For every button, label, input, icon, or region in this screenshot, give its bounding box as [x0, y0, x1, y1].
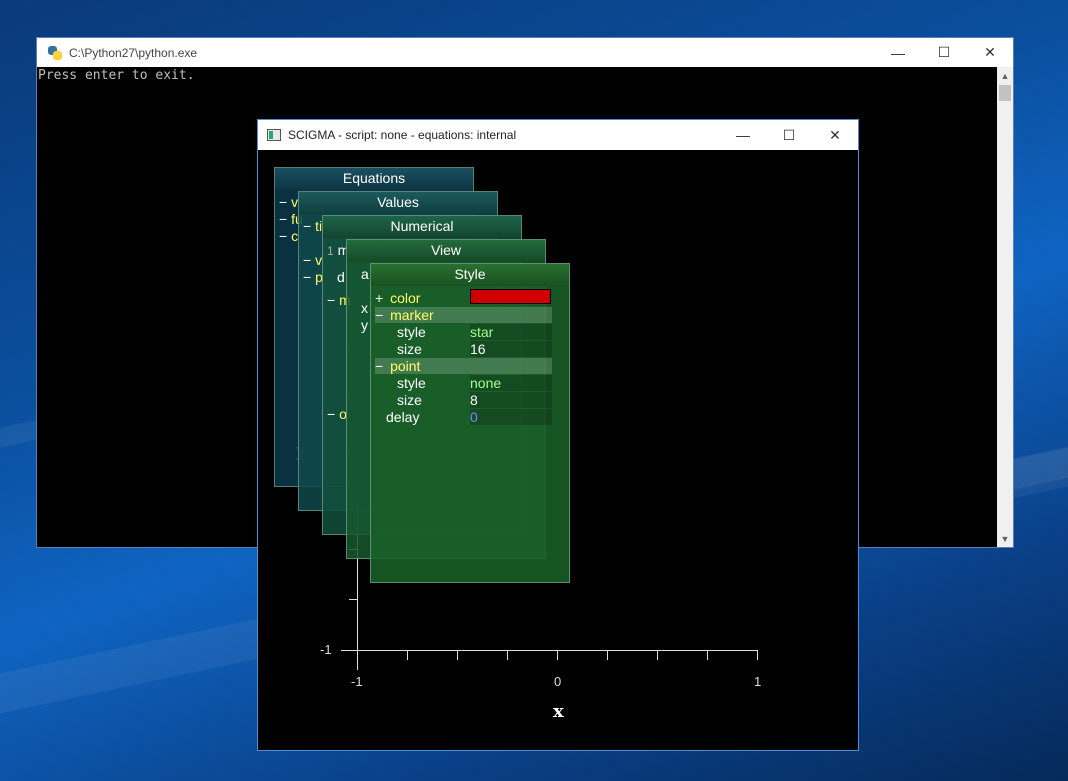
x-tick	[457, 650, 458, 660]
x-tick	[407, 650, 408, 660]
x-tick	[607, 650, 608, 660]
marker-label[interactable]: marker	[390, 307, 434, 323]
x-tick	[507, 650, 508, 660]
console-output: Press enter to exit.	[38, 68, 195, 83]
marker-row[interactable]: − marker	[375, 307, 552, 323]
delay-label: delay	[386, 409, 420, 425]
close-button[interactable]: ✕	[967, 38, 1013, 67]
marker-style-row[interactable]: style	[397, 324, 426, 340]
minimize-button[interactable]: —	[875, 38, 921, 67]
panel-title[interactable]: Equations	[275, 168, 473, 190]
tree-label[interactable]: d	[337, 269, 345, 285]
console-title: C:\Python27\python.exe	[69, 45, 198, 60]
app-icon	[267, 129, 281, 141]
tree-label[interactable]: x	[361, 300, 368, 316]
toggle-icon[interactable]: −	[303, 269, 311, 285]
scroll-thumb[interactable]	[999, 85, 1011, 101]
delay-value[interactable]: 0	[470, 409, 552, 425]
point-size-label: size	[397, 392, 422, 408]
point-style-label: style	[397, 375, 426, 391]
collapse-icon[interactable]: −	[375, 358, 383, 374]
color-swatch[interactable]	[470, 289, 551, 304]
panel-title[interactable]: Values	[299, 192, 497, 214]
python-icon	[47, 45, 63, 61]
toggle-icon[interactable]: −	[279, 228, 287, 244]
expand-icon[interactable]: +	[375, 290, 383, 306]
toggle-icon[interactable]: 1	[327, 244, 334, 258]
scigma-title: SCIGMA - script: none - equations: inter…	[288, 128, 517, 142]
y-tick	[349, 599, 357, 600]
collapse-icon[interactable]: −	[375, 307, 383, 323]
toggle-icon[interactable]: −	[327, 292, 335, 308]
toggle-icon[interactable]: −	[279, 194, 287, 210]
console-titlebar[interactable]: C:\Python27\python.exe — ☐ ✕	[37, 38, 1013, 67]
x-tick	[657, 650, 658, 660]
panel-title[interactable]: Numerical	[323, 216, 521, 238]
point-style-value[interactable]: none	[470, 375, 552, 391]
maximize-icon: ☐	[782, 126, 796, 143]
x-tick-label: 0	[554, 674, 562, 689]
delay-row[interactable]: delay	[386, 409, 419, 425]
maximize-button[interactable]: ☐	[921, 38, 967, 67]
point-size-value[interactable]: 8	[470, 392, 552, 408]
toggle-icon[interactable]: −	[327, 406, 335, 422]
tree-label[interactable]: a	[361, 266, 369, 282]
x-tick	[757, 650, 758, 660]
maximize-button[interactable]: ☐	[766, 121, 812, 150]
console-scrollbar[interactable]: ▲ ▼	[997, 67, 1013, 547]
marker-size-value[interactable]: 16	[470, 341, 552, 357]
maximize-icon: ☐	[937, 44, 951, 60]
x-tick	[557, 650, 558, 660]
minimize-icon: —	[736, 127, 750, 143]
x-tick	[357, 650, 358, 660]
minimize-icon: —	[891, 44, 905, 61]
scroll-down-icon[interactable]: ▼	[997, 530, 1013, 547]
toggle-icon[interactable]: −	[303, 252, 311, 268]
point-row[interactable]: − point	[375, 358, 552, 374]
marker-style-label: style	[397, 324, 426, 340]
point-label[interactable]: point	[390, 358, 420, 374]
tree-label[interactable]: y	[361, 317, 368, 333]
color-label[interactable]: color	[390, 290, 420, 306]
x-axis-label: x	[553, 701, 564, 722]
close-button[interactable]: ✕	[812, 121, 858, 150]
point-size-row[interactable]: size	[397, 392, 422, 408]
panel-title[interactable]: View	[347, 240, 545, 262]
x-tick	[707, 650, 708, 660]
x-axis-line	[341, 650, 758, 651]
toggle-icon[interactable]: −	[303, 218, 311, 234]
point-style-row[interactable]: style	[397, 375, 426, 391]
marker-size-label: size	[397, 341, 422, 357]
close-icon: ✕	[829, 126, 841, 143]
close-icon: ✕	[984, 44, 996, 60]
x-tick-label: -1	[351, 674, 363, 689]
y-tick-label: -1	[320, 642, 332, 657]
x-tick-label: 1	[754, 674, 762, 689]
toggle-icon[interactable]: −	[279, 211, 287, 227]
scroll-up-icon[interactable]: ▲	[997, 67, 1013, 84]
scigma-window[interactable]: SCIGMA - script: none - equations: inter…	[257, 119, 859, 751]
style-panel[interactable]: Style + color − marker style star size 1…	[370, 263, 570, 583]
marker-style-value[interactable]: star	[470, 324, 552, 340]
scigma-titlebar[interactable]: SCIGMA - script: none - equations: inter…	[258, 120, 858, 150]
minimize-button[interactable]: —	[720, 121, 766, 150]
marker-size-row[interactable]: size	[397, 341, 422, 357]
panel-title[interactable]: Style	[371, 264, 569, 286]
